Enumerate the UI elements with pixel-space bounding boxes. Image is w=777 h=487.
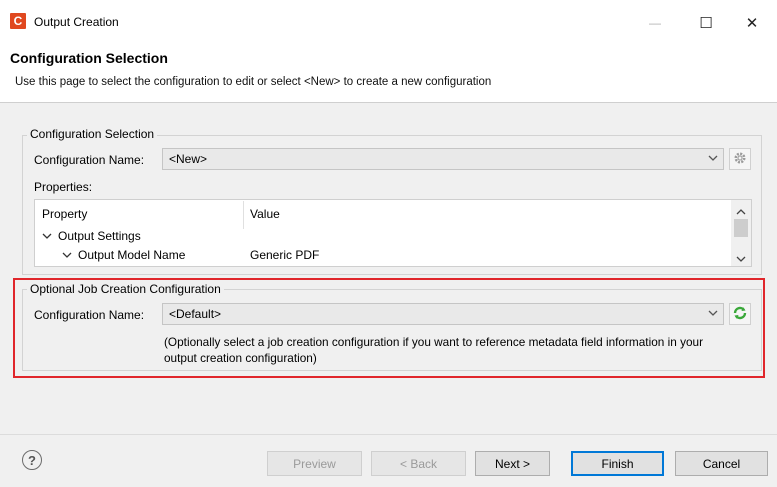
maximize-button[interactable]: ☐ — [683, 8, 729, 38]
configuration-name-select[interactable]: <New> — [162, 148, 724, 170]
help-icon: ? — [28, 452, 36, 468]
help-button[interactable]: ? — [22, 450, 42, 470]
window-title: Output Creation — [34, 15, 119, 29]
configuration-name-label: Configuration Name: — [34, 153, 145, 167]
preview-button[interactable]: Preview — [267, 451, 362, 476]
scroll-down-icon[interactable] — [736, 252, 746, 266]
properties-column-divider — [243, 201, 244, 229]
configuration-name-value: <New> — [169, 152, 208, 166]
page-description: Use this page to select the configuratio… — [15, 76, 492, 88]
chevron-down-icon — [708, 150, 718, 170]
properties-label: Properties: — [34, 180, 93, 194]
properties-header-value[interactable]: Value — [250, 207, 280, 221]
close-button[interactable]: ✕ — [729, 8, 775, 38]
back-button[interactable]: < Back — [371, 451, 466, 476]
scroll-up-icon[interactable] — [736, 205, 746, 219]
minimize-button[interactable]: — — [632, 8, 678, 38]
page-title: Configuration Selection — [10, 50, 168, 66]
next-button[interactable]: Next > — [475, 451, 550, 476]
properties-header-property[interactable]: Property — [42, 207, 87, 221]
cancel-button[interactable]: Cancel — [675, 451, 768, 476]
finish-button[interactable]: Finish — [571, 451, 664, 476]
chevron-down-icon[interactable] — [62, 248, 78, 262]
property-name: Output Model Name — [78, 248, 186, 262]
app-icon: C — [10, 13, 26, 29]
highlight-box — [13, 278, 765, 378]
table-row[interactable]: Output Settings — [42, 229, 141, 243]
chevron-down-icon[interactable] — [42, 229, 58, 243]
configuration-selection-legend: Configuration Selection — [27, 127, 158, 141]
property-value: Generic PDF — [250, 248, 320, 262]
table-row[interactable]: Output Model Name — [62, 248, 185, 262]
property-name: Output Settings — [58, 229, 141, 243]
scrollbar-thumb[interactable] — [734, 219, 748, 237]
configuration-settings-button[interactable] — [729, 148, 751, 170]
gear-icon — [733, 151, 747, 168]
